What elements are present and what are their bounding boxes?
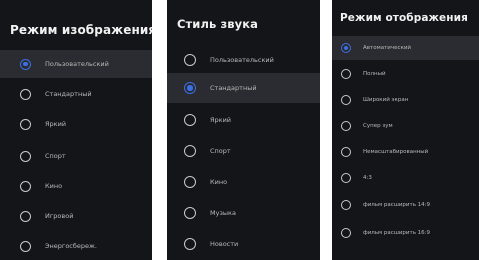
radio-icon xyxy=(341,173,351,183)
option-label: Супер зум xyxy=(363,123,393,129)
option-label: Немасштабированный xyxy=(363,149,429,155)
option-label: 4:3 xyxy=(363,175,372,181)
radio-checked-icon xyxy=(184,82,196,94)
radio-icon xyxy=(184,238,196,250)
option-label: Автоматический xyxy=(363,45,411,51)
radio-icon xyxy=(341,200,351,210)
option-label: Пользовательский xyxy=(210,56,274,64)
option-item[interactable]: Широкий экран xyxy=(332,88,479,112)
picture-mode-panel: Режим изображения Пользовательский Станд… xyxy=(0,0,152,260)
option-item[interactable]: Кино xyxy=(167,167,320,197)
option-item[interactable]: Автоматический xyxy=(332,36,479,60)
option-label: Новости xyxy=(210,240,239,248)
option-item[interactable]: Кино xyxy=(0,172,152,200)
radio-icon xyxy=(341,147,351,157)
option-item[interactable]: Яркий xyxy=(0,110,152,138)
option-label: Музыка xyxy=(210,209,236,217)
option-item[interactable]: Игровой xyxy=(0,202,152,230)
option-item[interactable]: фильм расширить 16:9 xyxy=(332,221,479,245)
option-label: Яркий xyxy=(45,120,67,128)
option-label: Широкий экран xyxy=(363,97,409,103)
radio-icon xyxy=(20,118,31,130)
radio-icon xyxy=(341,121,351,131)
picture-mode-list: Пользовательский Стандартный Яркий Спорт… xyxy=(0,0,152,260)
radio-checked-icon xyxy=(20,58,31,70)
radio-icon xyxy=(20,180,31,192)
display-mode-panel: Режим отображения Автоматический Полный … xyxy=(332,0,479,260)
option-item[interactable]: Пользовательский xyxy=(0,50,152,78)
option-label: фильм расширить 14:9 xyxy=(363,202,431,208)
radio-icon xyxy=(20,88,31,100)
option-item[interactable]: фильм расширить 14:9 xyxy=(332,193,479,217)
option-item[interactable]: 4:3 xyxy=(332,166,479,190)
option-item[interactable]: Новости xyxy=(167,229,320,259)
option-item[interactable]: Супер зум xyxy=(332,114,479,138)
option-label: Спорт xyxy=(210,147,231,155)
option-label: Стандартный xyxy=(45,90,92,98)
option-label: Стандартный xyxy=(210,84,257,92)
sound-style-list: Пользовательский Стандартный Яркий Спорт… xyxy=(167,0,320,260)
radio-checked-icon xyxy=(341,43,351,53)
option-item[interactable]: Спорт xyxy=(0,142,152,170)
option-label: Яркий xyxy=(210,116,232,124)
option-item[interactable]: Яркий xyxy=(167,105,320,135)
radio-icon xyxy=(20,150,31,162)
radio-icon xyxy=(184,176,196,188)
option-label: Кино xyxy=(45,182,63,190)
sound-style-panel: Стиль звука Пользовательский Стандартный… xyxy=(167,0,320,260)
option-item[interactable]: Полный xyxy=(332,62,479,86)
option-label: Игровой xyxy=(45,212,74,220)
radio-icon xyxy=(341,95,351,105)
radio-icon xyxy=(184,145,196,157)
display-mode-list: Автоматический Полный Широкий экран Супе… xyxy=(332,0,479,260)
option-label: Энергосбереж. xyxy=(45,242,97,250)
radio-icon xyxy=(341,69,351,79)
option-item[interactable]: Немасштабированный xyxy=(332,140,479,164)
radio-icon xyxy=(20,210,31,222)
radio-icon xyxy=(20,240,31,252)
option-label: Спорт xyxy=(45,152,66,160)
option-item[interactable]: Энергосбереж. xyxy=(0,232,152,260)
radio-icon xyxy=(341,228,351,238)
option-label: Кино xyxy=(210,178,228,186)
radio-icon xyxy=(184,114,196,126)
option-item[interactable]: Пользовательский xyxy=(167,45,320,75)
option-item[interactable]: Стандартный xyxy=(167,73,320,103)
option-item[interactable]: Стандартный xyxy=(0,80,152,108)
option-item[interactable]: Спорт xyxy=(167,136,320,166)
radio-icon xyxy=(184,54,196,66)
option-label: Полный xyxy=(363,71,386,77)
radio-icon xyxy=(184,207,196,219)
option-label: фильм расширить 16:9 xyxy=(363,230,431,236)
option-item[interactable]: Музыка xyxy=(167,198,320,228)
option-label: Пользовательский xyxy=(45,60,109,68)
